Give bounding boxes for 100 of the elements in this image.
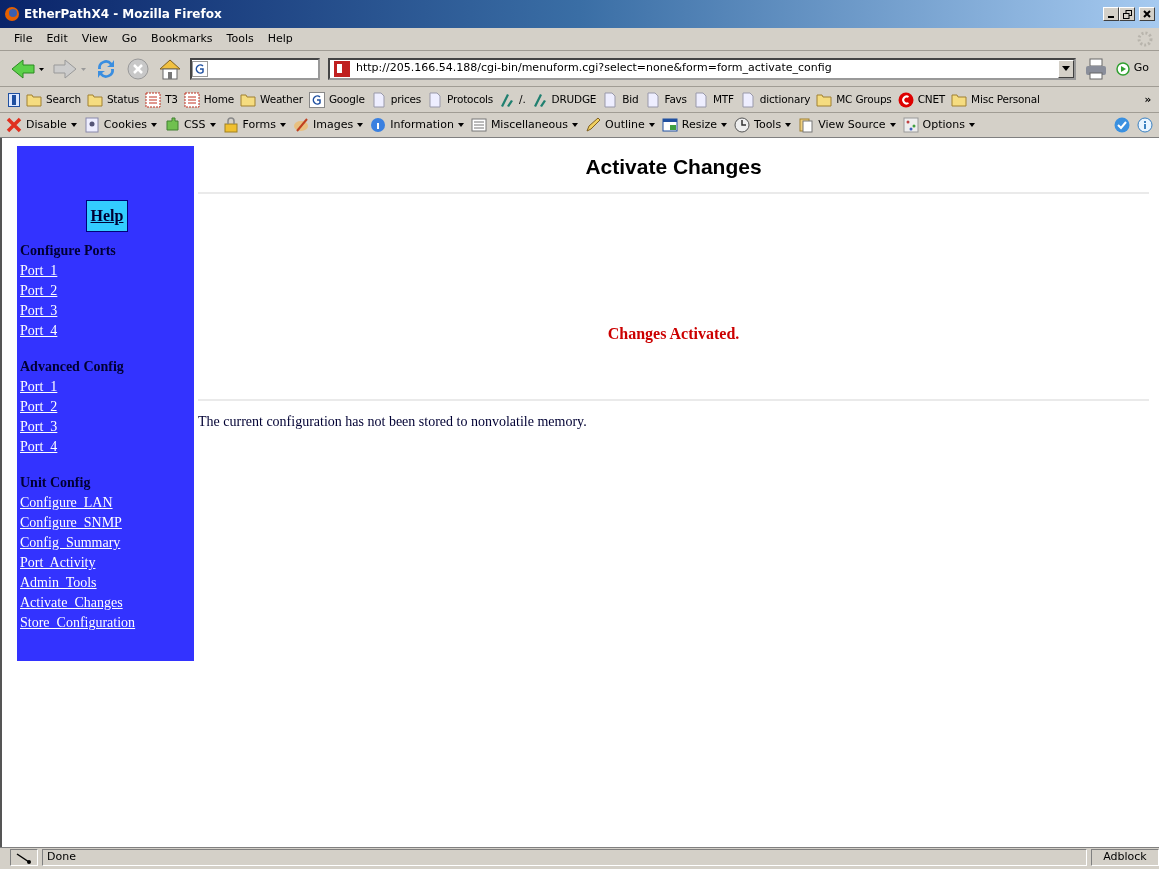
bookmark-item[interactable]: T3 <box>145 91 178 108</box>
caret-icon <box>457 123 464 127</box>
bookmark-item[interactable]: Status <box>86 91 140 108</box>
sidebar-link[interactable]: Port 1 <box>20 377 58 397</box>
menu-item[interactable]: File <box>8 30 39 48</box>
check-icon[interactable] <box>1114 117 1130 133</box>
more-bookmarks-button[interactable]: » <box>1144 91 1151 108</box>
toolbar-menu[interactable]: CSS <box>163 116 216 134</box>
letter-icon <box>308 91 325 108</box>
sidebar-link[interactable]: Store Configuration <box>20 613 136 633</box>
bookmark-item[interactable]: Search <box>26 91 81 108</box>
window-title: EtherPathX4 - Mozilla Firefox <box>24 6 223 23</box>
search-field[interactable] <box>190 57 320 80</box>
help-button[interactable]: Help <box>85 200 129 232</box>
back-icon[interactable] <box>10 57 44 80</box>
go-button[interactable]: Go <box>1115 60 1149 77</box>
folder-icon <box>86 91 103 108</box>
address-field[interactable]: http://205.166.54.188/cgi-bin/menuform.cgi?select=none&form=form_activate_config <box>328 57 1076 80</box>
bookmark-item[interactable]: Favs <box>644 91 687 108</box>
caret-icon <box>1061 66 1070 71</box>
circle-logo-icon <box>897 91 914 108</box>
clock-icon <box>734 117 751 133</box>
sidebar-link[interactable]: Port 4 <box>20 321 58 341</box>
info-icon[interactable] <box>1137 117 1153 133</box>
toolbar-menu[interactable]: Forms <box>222 116 286 134</box>
sidebar-link[interactable]: Activate Changes <box>20 593 123 613</box>
caret-icon <box>648 123 655 127</box>
puzzle-icon <box>163 117 180 133</box>
bookmark-item[interactable]: dictionary <box>739 91 811 108</box>
sidebar-link[interactable]: Port 1 <box>20 261 58 281</box>
grid-icon <box>183 91 200 108</box>
bookmark-item[interactable]: prices <box>370 91 422 108</box>
restore-button[interactable] <box>1119 7 1135 21</box>
caret-icon <box>280 123 286 127</box>
list-icon <box>470 117 487 133</box>
menu-item[interactable]: Tools <box>220 30 260 48</box>
bookmark-item[interactable]: MTF <box>692 91 734 108</box>
bookmark-item[interactable]: Google <box>308 91 365 108</box>
caret-icon <box>785 123 792 127</box>
caret-icon <box>969 123 975 127</box>
section-heading: Advanced Config <box>20 358 125 376</box>
bookmark-item[interactable]: Home <box>183 91 235 108</box>
toolbar-menu[interactable]: Outline <box>585 116 655 134</box>
caret-icon <box>721 123 728 127</box>
menu-item[interactable]: Go <box>115 30 144 48</box>
toolbar-menu[interactable]: Cookies <box>83 116 157 134</box>
toolbar-menu[interactable]: Disable <box>6 116 77 134</box>
sidebar-link[interactable]: Configure LAN <box>20 493 113 513</box>
page-icon <box>692 91 709 108</box>
close-button[interactable] <box>1139 7 1155 21</box>
sidebar-link[interactable]: Port 3 <box>20 301 58 321</box>
bookmark-item[interactable]: Protocols <box>427 91 494 108</box>
menu-item[interactable]: Edit <box>40 30 74 48</box>
dropdown-button[interactable] <box>1057 59 1074 78</box>
bookmark-item[interactable]: CNET <box>897 91 946 108</box>
section-heading: Configure Ports <box>20 242 117 260</box>
toolbar-menu[interactable]: Resize <box>661 116 728 134</box>
sidebar-link[interactable]: Admin Tools <box>20 573 97 593</box>
cross-icon <box>6 117 22 133</box>
menu-item[interactable]: Help <box>261 30 299 48</box>
sidebar-link[interactable]: Port 3 <box>20 417 58 437</box>
bookmarks-icon[interactable] <box>8 92 20 107</box>
bookmark-item[interactable]: Misc Personal <box>951 91 1040 108</box>
toolbar-menu[interactable]: Options <box>902 116 975 134</box>
sidebar-link[interactable]: Configure SNMP <box>20 513 122 533</box>
notice-text: The current configuration has not been stored to nonvolatile memory. <box>198 412 588 431</box>
bookmark-item[interactable]: Bid <box>602 91 639 108</box>
bookmark-item[interactable]: Weather <box>240 91 303 108</box>
print-icon[interactable] <box>1083 57 1108 80</box>
bookmark-item[interactable]: DRUDGE <box>531 91 597 108</box>
sidebar-link[interactable]: Port 4 <box>20 437 58 457</box>
menu-item[interactable]: View <box>75 30 114 48</box>
caret-icon <box>572 123 578 127</box>
toolbar-menu[interactable]: View Source <box>798 116 896 134</box>
sidebar-link[interactable]: Port Activity <box>20 553 96 573</box>
toolbar-menu[interactable]: Miscellaneous <box>470 116 578 134</box>
page-heading: Activate Changes <box>584 154 763 180</box>
caret-icon <box>70 123 77 127</box>
slash-icon <box>531 91 548 108</box>
bookmark-item[interactable]: MC Groups <box>816 91 892 108</box>
status-text: Done <box>47 849 76 866</box>
browser-logo-icon <box>4 6 20 22</box>
toolbar-menu[interactable]: Information <box>370 116 464 134</box>
stop-icon[interactable] <box>126 56 150 81</box>
folder-icon <box>240 91 257 108</box>
clipboard-icon <box>798 117 815 133</box>
page-icon <box>644 91 661 108</box>
toolbar-menu[interactable]: Images <box>293 116 364 134</box>
folder-icon <box>951 91 968 108</box>
toolbar-menu[interactable]: Tools <box>734 116 792 134</box>
minimize-button[interactable] <box>1103 7 1119 21</box>
sidebar-link[interactable]: Config Summary <box>20 533 121 553</box>
sidebar-link[interactable]: Port 2 <box>20 281 58 301</box>
menu-item[interactable]: Bookmarks <box>145 30 219 48</box>
pencil-icon <box>585 117 601 133</box>
throbber-icon <box>1137 31 1153 47</box>
bookmark-item[interactable]: /. <box>499 91 526 108</box>
slash-icon <box>499 91 516 108</box>
sidebar-link[interactable]: Port 2 <box>20 397 58 417</box>
close-icon <box>1143 10 1151 18</box>
